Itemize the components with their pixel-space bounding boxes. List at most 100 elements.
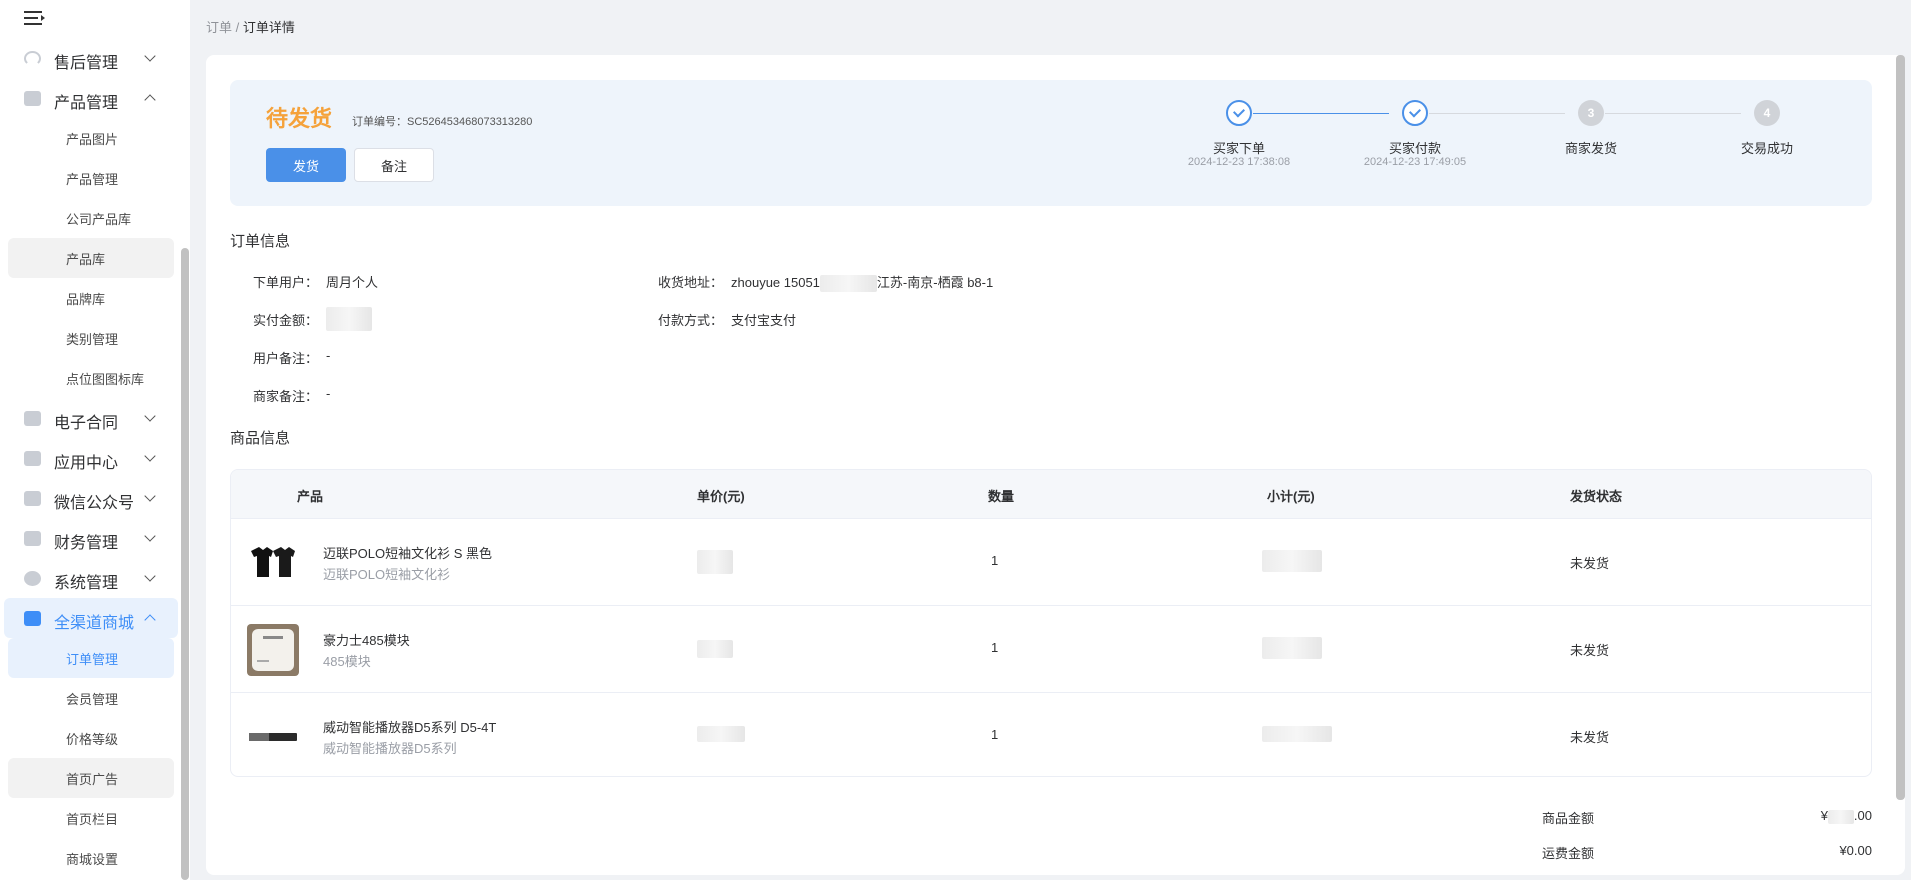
breadcrumb: 订单 / 订单详情: [206, 17, 295, 36]
table-header: 产品 单价(元) 数量 小计(元) 发货状态: [231, 470, 1871, 518]
goods-info-title: 商品信息: [230, 430, 291, 447]
menu-label: 财务管理: [54, 535, 119, 552]
redacted-blur: [819, 275, 877, 293]
breadcrumb-separator: /: [235, 20, 240, 35]
chevron-down-icon: [144, 490, 156, 502]
order-number-label: 订单编号：: [352, 116, 407, 128]
sidebar-item-product-management[interactable]: 产品管理: [8, 158, 174, 198]
check-icon: [1226, 100, 1252, 126]
note-button[interactable]: 备注: [354, 148, 434, 182]
chevron-down-icon: [144, 410, 156, 422]
menu-finance[interactable]: 财务管理: [0, 518, 180, 558]
quantity: 1: [991, 727, 999, 742]
gear-icon: [24, 571, 41, 586]
step-number: 4: [1754, 100, 1780, 126]
sidebar-item-members[interactable]: 会员管理: [8, 678, 174, 718]
sidebar-item-product-images[interactable]: 产品图片: [8, 118, 174, 158]
merchant-note-value: -: [326, 386, 331, 401]
redacted-blur: [697, 726, 745, 742]
step-label: 买家付款: [1388, 141, 1441, 156]
box-icon: [24, 91, 41, 106]
store-icon: [24, 611, 41, 626]
redacted-blur: [1262, 550, 1322, 572]
sidebar-item-home-columns[interactable]: 首页栏目: [8, 798, 174, 838]
product-sub: 迈联POLO短袖文化衫: [323, 567, 451, 582]
step-label: 交易成功: [1740, 141, 1793, 156]
currency-symbol: ¥: [1820, 808, 1828, 823]
col-unit-price: 单价(元): [697, 489, 745, 504]
quantity: 1: [991, 553, 999, 568]
product-sub: 威动智能播放器D5系列: [323, 741, 457, 756]
user-value: 周月个人: [326, 275, 379, 290]
sidebar-item-product-lib[interactable]: 产品库: [8, 238, 174, 278]
sidebar-item-brand-lib[interactable]: 品牌库: [8, 278, 174, 318]
menu-after-sales[interactable]: 售后管理: [0, 38, 180, 78]
address-end: 江苏-南京-栖霞 b8-1: [876, 275, 994, 290]
redacted-blur: [697, 550, 733, 574]
col-quantity: 数量: [988, 489, 1015, 504]
breadcrumb-current: 订单详情: [242, 20, 295, 35]
menu-contracts[interactable]: 电子合同: [0, 398, 180, 438]
breadcrumb-root[interactable]: 订单: [206, 20, 232, 35]
product-sub: 485模块: [323, 654, 371, 669]
main-scrollbar[interactable]: [1896, 55, 1905, 800]
sidebar-item-category[interactable]: 类别管理: [8, 318, 174, 358]
product-thumbnail: [247, 711, 299, 763]
goods-table: 产品 单价(元) 数量 小计(元) 发货状态 迈联POLO短袖文化衫 S 黑色 …: [230, 469, 1872, 777]
sidebar-scrollbar[interactable]: [181, 248, 189, 880]
chevron-up-icon: [144, 614, 156, 626]
ship-button[interactable]: 发货: [266, 148, 346, 182]
step-label: 买家下单: [1212, 141, 1265, 156]
amount-decimals: .00: [1853, 808, 1872, 823]
order-info-title: 订单信息: [230, 233, 291, 250]
step-time: 2024-12-23 17:49:05: [1363, 156, 1467, 168]
menu-mall[interactable]: 全渠道商城: [4, 598, 178, 638]
table-row: 威动智能播放器D5系列 D5-4T 威动智能播放器D5系列 1 未发货: [231, 692, 1871, 776]
user-note-value: -: [326, 348, 331, 363]
sidebar-item-orders[interactable]: 订单管理: [8, 638, 174, 678]
check-icon: [1402, 100, 1428, 126]
sidebar-item-company-product-lib[interactable]: 公司产品库: [8, 198, 174, 238]
shipping-value: ¥0.00: [1839, 843, 1872, 858]
pay-method-label: 付款方式：: [658, 313, 724, 328]
headset-icon: [24, 51, 41, 66]
menu-label: 产品管理: [54, 95, 119, 112]
menu-label: 微信公众号: [54, 495, 135, 512]
apps-icon: [24, 451, 41, 466]
menu-wechat[interactable]: 微信公众号: [0, 478, 180, 518]
product-name: 威动智能播放器D5系列 D5-4T: [323, 720, 497, 735]
chevron-down-icon: [144, 530, 156, 542]
menu-system[interactable]: 系统管理: [0, 558, 180, 598]
sidebar-item-point-icon-lib[interactable]: 点位图图标库: [8, 358, 174, 398]
redacted-blur: [697, 640, 733, 658]
col-product: 产品: [297, 489, 324, 504]
step-connector: [1253, 113, 1389, 114]
product-name: 豪力士485模块: [323, 633, 410, 648]
money-bag-icon: [24, 531, 41, 546]
chevron-up-icon: [144, 94, 156, 106]
redacted-blur: [1827, 809, 1854, 824]
menu-label: 应用中心: [54, 455, 119, 472]
menu-app-center[interactable]: 应用中心: [0, 438, 180, 478]
merchant-note-label: 商家备注：: [253, 389, 319, 404]
step-number: 3: [1578, 100, 1604, 126]
sidebar-item-price-levels[interactable]: 价格等级: [8, 718, 174, 758]
menu-label: 系统管理: [54, 575, 119, 592]
paid-label: 实付金额：: [253, 313, 319, 328]
order-number-value: SC526453468073313280: [407, 116, 533, 128]
ship-status: 未发货: [1570, 556, 1610, 571]
sidebar-item-mall-settings[interactable]: 商城设置: [8, 838, 174, 878]
product-thumbnail: [247, 624, 299, 676]
sidebar-item-home-ads[interactable]: 首页广告: [8, 758, 174, 798]
redacted-blur: [1262, 726, 1332, 742]
table-row: 豪力士485模块 485模块 1 未发货: [231, 605, 1871, 692]
pay-method-value: 支付宝支付: [731, 313, 797, 328]
chevron-down-icon: [144, 450, 156, 462]
address-label: 收货地址：: [658, 275, 724, 290]
menu-label: 全渠道商城: [54, 615, 135, 632]
col-ship-status: 发货状态: [1570, 489, 1623, 504]
menu-products[interactable]: 产品管理: [0, 78, 180, 118]
menu-toggle-icon[interactable]: [24, 9, 46, 27]
redacted-blur: [1262, 637, 1322, 659]
step-connector: [1429, 113, 1565, 114]
